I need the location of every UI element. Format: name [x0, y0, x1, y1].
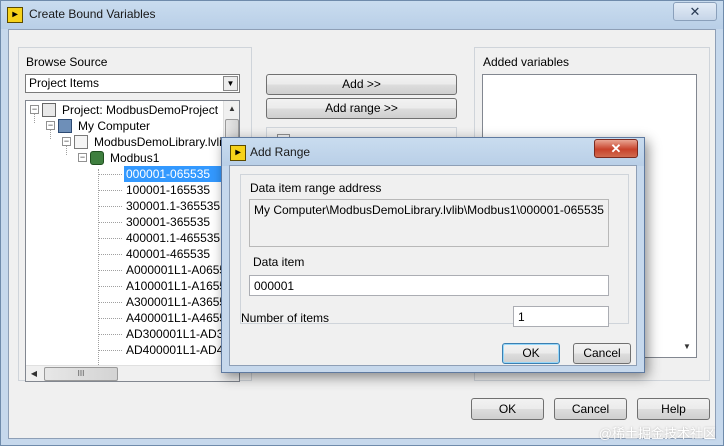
add-range-dialog: ▸ Add Range ✕ Data item range address My…	[221, 137, 645, 373]
tree-connector	[98, 190, 122, 191]
source-select[interactable]: Project Items ▼	[25, 74, 240, 93]
dialog-title: Add Range	[250, 145, 311, 159]
labview-app-icon: ▸	[7, 7, 23, 23]
chevron-down-icon[interactable]: ▼	[223, 76, 238, 91]
tree-item-label: 100001-165535	[126, 183, 211, 197]
scroll-left-icon[interactable]: ◀	[26, 366, 42, 381]
project-icon	[42, 103, 56, 117]
window-title: Create Bound Variables	[29, 7, 156, 21]
tree-item-label: 300001-365535	[126, 215, 211, 229]
tree-connector	[98, 206, 122, 207]
tree-connector	[66, 145, 67, 155]
ok-button[interactable]: OK	[471, 398, 544, 420]
tree-item-label: ModbusDemoLibrary.lvlib	[94, 135, 229, 149]
browse-source-label: Browse Source	[26, 55, 108, 69]
tree-connector	[50, 129, 51, 139]
labview-app-icon: ▸	[230, 145, 246, 161]
scroll-up-icon[interactable]: ▲	[224, 101, 239, 117]
browse-source-panel: Browse Source Project Items ▼ − Project:…	[18, 47, 252, 382]
tree-connector	[98, 270, 122, 271]
data-item-field[interactable]: 000001	[249, 275, 609, 296]
library-icon	[74, 135, 88, 149]
collapse-icon[interactable]: −	[46, 121, 55, 130]
modbus-io-server-icon	[90, 151, 104, 165]
source-select-value: Project Items	[29, 76, 100, 90]
tree-item-range[interactable]: 000001-065535	[26, 166, 239, 182]
tree-connector	[98, 222, 122, 223]
tree-item-label: 300001.1-365535.1	[126, 199, 231, 213]
tree-connector	[98, 334, 122, 335]
range-address-label: Data item range address	[250, 181, 382, 195]
add-button[interactable]: Add >>	[266, 74, 457, 95]
range-details-panel: Data item range address My Computer\Modb…	[240, 174, 629, 327]
tree-horizontal-scrollbar[interactable]: ◀ III	[26, 365, 239, 381]
tree-connector	[98, 238, 122, 239]
tree-connector	[98, 350, 122, 351]
dialog-ok-button[interactable]: OK	[502, 343, 560, 364]
tree-connector	[34, 113, 35, 123]
cancel-button[interactable]: Cancel	[554, 398, 627, 420]
collapse-icon[interactable]: −	[30, 105, 39, 114]
main-titlebar[interactable]: ▸ Create Bound Variables ✕	[1, 1, 723, 29]
data-item-label: Data item	[253, 255, 305, 269]
window-close-button[interactable]: ✕	[673, 2, 717, 21]
collapse-icon[interactable]: −	[78, 153, 87, 162]
tree-item-label: My Computer	[78, 119, 151, 133]
number-of-items-field[interactable]: 1	[513, 306, 609, 327]
dialog-close-button[interactable]: ✕	[594, 139, 638, 158]
add-range-button[interactable]: Add range >>	[266, 98, 457, 119]
tree-connector	[98, 254, 122, 255]
scroll-thumb[interactable]: III	[44, 367, 118, 381]
tree-connector	[98, 286, 122, 287]
help-button[interactable]: Help	[637, 398, 710, 420]
tree-item-label: 000001-065535	[124, 166, 234, 182]
range-address-field: My Computer\ModbusDemoLibrary.lvlib\Modb…	[249, 199, 609, 247]
tree-connector	[98, 318, 122, 319]
tree-item-label: 400001.1-465535.1	[126, 231, 231, 245]
dialog-client-area: Data item range address My Computer\Modb…	[229, 165, 637, 366]
number-of-items-label: Number of items	[241, 311, 330, 325]
tree-item-label: 400001-465535	[126, 247, 211, 261]
dialog-cancel-button[interactable]: Cancel	[573, 343, 631, 364]
project-tree[interactable]: − Project: ModbusDemoProject − My Comput…	[25, 100, 240, 382]
added-variables-label: Added variables	[483, 55, 570, 69]
scroll-down-icon[interactable]: ▼	[679, 339, 695, 355]
tree-connector	[98, 174, 122, 175]
watermark: @稀土掘金技术社区	[598, 426, 716, 441]
tree-item-label: Project: ModbusDemoProject	[62, 103, 219, 117]
collapse-icon[interactable]: −	[62, 137, 71, 146]
computer-icon	[58, 119, 72, 133]
tree-item-label: Modbus1	[110, 151, 160, 165]
tree-connector	[98, 302, 122, 303]
